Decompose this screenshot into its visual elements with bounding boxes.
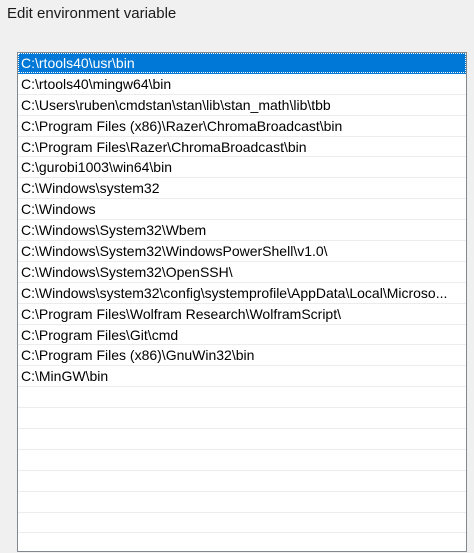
path-list-item[interactable]: C:\Users\ruben\cmdstan\stan\lib\stan_mat…	[18, 95, 466, 116]
path-list-item[interactable]: C:\gurobi1003\win64\bin	[18, 157, 466, 179]
empty-list-row[interactable]	[18, 533, 466, 551]
path-list-item[interactable]: C:\Windows\System32\OpenSSH\	[18, 262, 466, 283]
empty-list-row[interactable]	[18, 408, 466, 430]
empty-list-row[interactable]	[18, 450, 466, 471]
path-list-item[interactable]: C:\Windows\system32	[18, 178, 466, 200]
empty-list-row[interactable]	[18, 387, 466, 409]
empty-list-row[interactable]	[18, 471, 466, 492]
path-list-item[interactable]: C:\Windows	[18, 199, 466, 221]
path-list-item[interactable]: C:\rtools40\usr\bin	[18, 53, 466, 74]
path-list-item[interactable]: C:\MinGW\bin	[18, 366, 466, 388]
path-list-item[interactable]: C:\Program Files\Wolfram Research\Wolfra…	[18, 304, 466, 325]
path-list[interactable]: C:\rtools40\usr\bin C:\rtools40\mingw64\…	[17, 52, 467, 552]
path-list-item[interactable]: C:\Windows\system32\config\systemprofile…	[18, 283, 466, 304]
path-list-item[interactable]: C:\rtools40\mingw64\bin	[18, 74, 466, 95]
path-list-item[interactable]: C:\Program Files (x86)\GnuWin32\bin	[18, 345, 466, 367]
path-list-rows: C:\rtools40\usr\bin C:\rtools40\mingw64\…	[18, 53, 466, 551]
path-list-item[interactable]: C:\Windows\System32\WindowsPowerShell\v1…	[18, 241, 466, 262]
path-list-item[interactable]: C:\Program Files\Git\cmd	[18, 325, 466, 346]
path-list-item[interactable]: C:\Program Files\Razer\ChromaBroadcast\b…	[18, 137, 466, 158]
empty-list-row[interactable]	[18, 513, 466, 534]
path-list-item[interactable]: C:\Program Files (x86)\Razer\ChromaBroad…	[18, 116, 466, 137]
empty-list-row[interactable]	[18, 429, 466, 450]
path-list-item[interactable]: C:\Windows\System32\Wbem	[18, 220, 466, 242]
empty-list-row[interactable]	[18, 492, 466, 513]
dialog-title: Edit environment variable	[7, 5, 177, 22]
